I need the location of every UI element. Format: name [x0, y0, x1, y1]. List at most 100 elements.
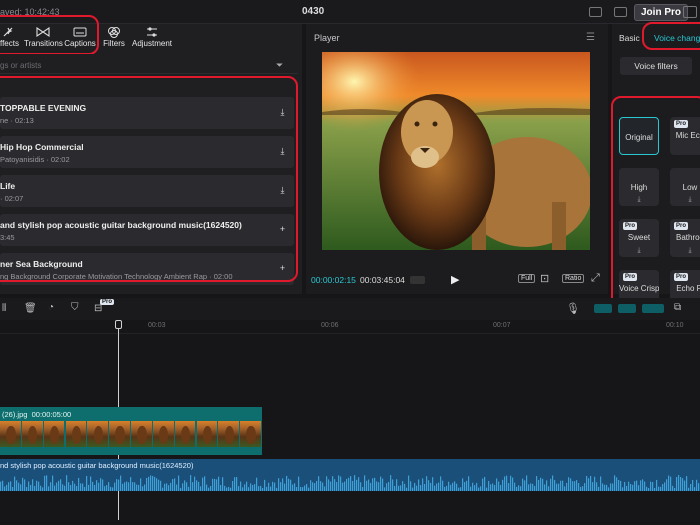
waveform-bar	[436, 483, 438, 491]
waveform-bar	[18, 482, 20, 491]
waveform-bar	[126, 481, 128, 491]
waveform-bar	[560, 480, 562, 491]
waveform-bar	[138, 484, 140, 491]
playhead-handle[interactable]	[115, 320, 122, 329]
waveform-bar	[676, 477, 678, 491]
waveform-bar	[518, 485, 520, 491]
play-icon[interactable]: ▶	[451, 273, 459, 286]
delete-icon[interactable]: 🗑	[24, 303, 37, 314]
magnet-toggle[interactable]	[594, 304, 612, 313]
waveform-bar	[242, 487, 244, 491]
waveform-bar	[576, 480, 578, 491]
waveform-bar	[92, 481, 94, 491]
waveform-bar	[12, 486, 14, 491]
link-toggle[interactable]	[618, 304, 636, 313]
waveform-bar	[42, 487, 44, 491]
waveform-bar	[190, 475, 192, 491]
waveform-bar	[32, 479, 34, 491]
join-pro-button[interactable]: Join Pro	[634, 4, 689, 21]
player-menu-icon[interactable]: ☰	[586, 32, 595, 43]
waveform-bar	[356, 479, 358, 491]
waveform-bar	[580, 486, 582, 491]
search-placeholder: gs or artists	[0, 61, 42, 70]
waveform-bar	[510, 475, 512, 491]
waveform-bar	[404, 483, 406, 491]
waveform-bar	[110, 486, 112, 491]
tool-filters[interactable]: Filters	[100, 26, 128, 48]
timecode-toggle[interactable]	[410, 276, 425, 284]
waveform-bar	[550, 478, 552, 491]
waveform-bar	[604, 484, 606, 491]
waveform-bar	[566, 482, 568, 491]
tool-adjustment[interactable]: Adjustment	[131, 26, 173, 48]
waveform-bar	[410, 481, 412, 491]
search-bar[interactable]: gs or artists ⏷	[0, 58, 298, 74]
keyboard-icon[interactable]	[614, 7, 627, 17]
waveform-bar	[232, 481, 234, 491]
microphone-icon[interactable]: 🎙	[566, 302, 580, 315]
waveform-bar	[538, 479, 540, 491]
waveform-bar	[84, 486, 86, 491]
waveform-bar	[54, 485, 56, 491]
waveform-bar	[146, 478, 148, 491]
waveform-bar	[490, 484, 492, 491]
split-icon[interactable]: ⫴	[2, 303, 6, 314]
tab-basic[interactable]: Basic	[619, 33, 640, 43]
voice-filters-button[interactable]: Voice filters	[620, 57, 692, 75]
waveform-bar	[438, 482, 440, 491]
waveform-bar	[264, 479, 266, 491]
waveform-bar	[650, 481, 652, 491]
waveform-bar	[36, 480, 38, 491]
waveform-bar	[546, 480, 548, 491]
waveform-bar	[432, 477, 434, 491]
waveform-bar	[314, 483, 316, 491]
waveform-bar	[368, 479, 370, 491]
waveform-bar	[618, 480, 620, 491]
waveform-bar	[526, 475, 528, 491]
timeline-ruler[interactable]: 00:03 00:06 00:07 00:10	[0, 320, 700, 334]
waveform-bar	[542, 478, 544, 491]
waveform-bar	[394, 485, 396, 491]
export-icon[interactable]	[683, 6, 697, 18]
freeze-icon[interactable]: ◔	[48, 302, 54, 313]
waveform-bar	[184, 480, 186, 491]
layout-icon[interactable]	[589, 7, 602, 17]
waveform-bar	[472, 482, 474, 491]
waveform-bar	[454, 481, 456, 491]
fullscreen-icon[interactable]: ⤢	[591, 272, 600, 285]
waveform-bar	[536, 476, 538, 491]
waveform-bar	[466, 480, 468, 491]
highlight-voice-grid	[611, 96, 700, 322]
zoom-fit-icon[interactable]: ⧉	[674, 302, 681, 313]
waveform-bar	[590, 475, 592, 491]
waveform-bar	[280, 482, 282, 491]
audio-clip[interactable]: nd stylish pop acoustic guitar backgroun…	[0, 459, 700, 491]
screenshot-icon[interactable]: ⊡	[540, 272, 549, 285]
preview-axis-toggle[interactable]	[642, 304, 664, 313]
filmstrip-frame	[174, 421, 196, 447]
filter-icon[interactable]: ⏷	[276, 60, 283, 71]
mask-icon[interactable]: ⛉	[71, 302, 79, 313]
video-clip[interactable]: (26).jpg 00:00:05:00	[0, 407, 262, 455]
waveform-bar	[220, 485, 222, 491]
waveform-bar	[198, 481, 200, 491]
waveform-bar	[148, 476, 150, 491]
full-button[interactable]: Full	[518, 274, 536, 283]
waveform-bar	[66, 475, 68, 491]
waveform-bar	[320, 481, 322, 491]
waveform-bar	[300, 486, 302, 491]
waveform-bar	[628, 481, 630, 491]
waveform-bar	[696, 479, 698, 491]
waveform-bar	[340, 476, 342, 491]
waveform-bar	[212, 478, 214, 491]
waveform-bar	[10, 481, 12, 491]
waveform-bar	[268, 482, 270, 491]
ratio-button[interactable]: Ratio	[562, 274, 585, 283]
waveform-bar	[508, 483, 510, 491]
waveform-bar	[664, 482, 666, 491]
filmstrip-frame	[43, 421, 65, 447]
waveform-bar	[694, 487, 696, 491]
waveform-bar	[120, 475, 122, 491]
waveform-bar	[524, 480, 526, 491]
waveform-bar	[632, 484, 634, 491]
